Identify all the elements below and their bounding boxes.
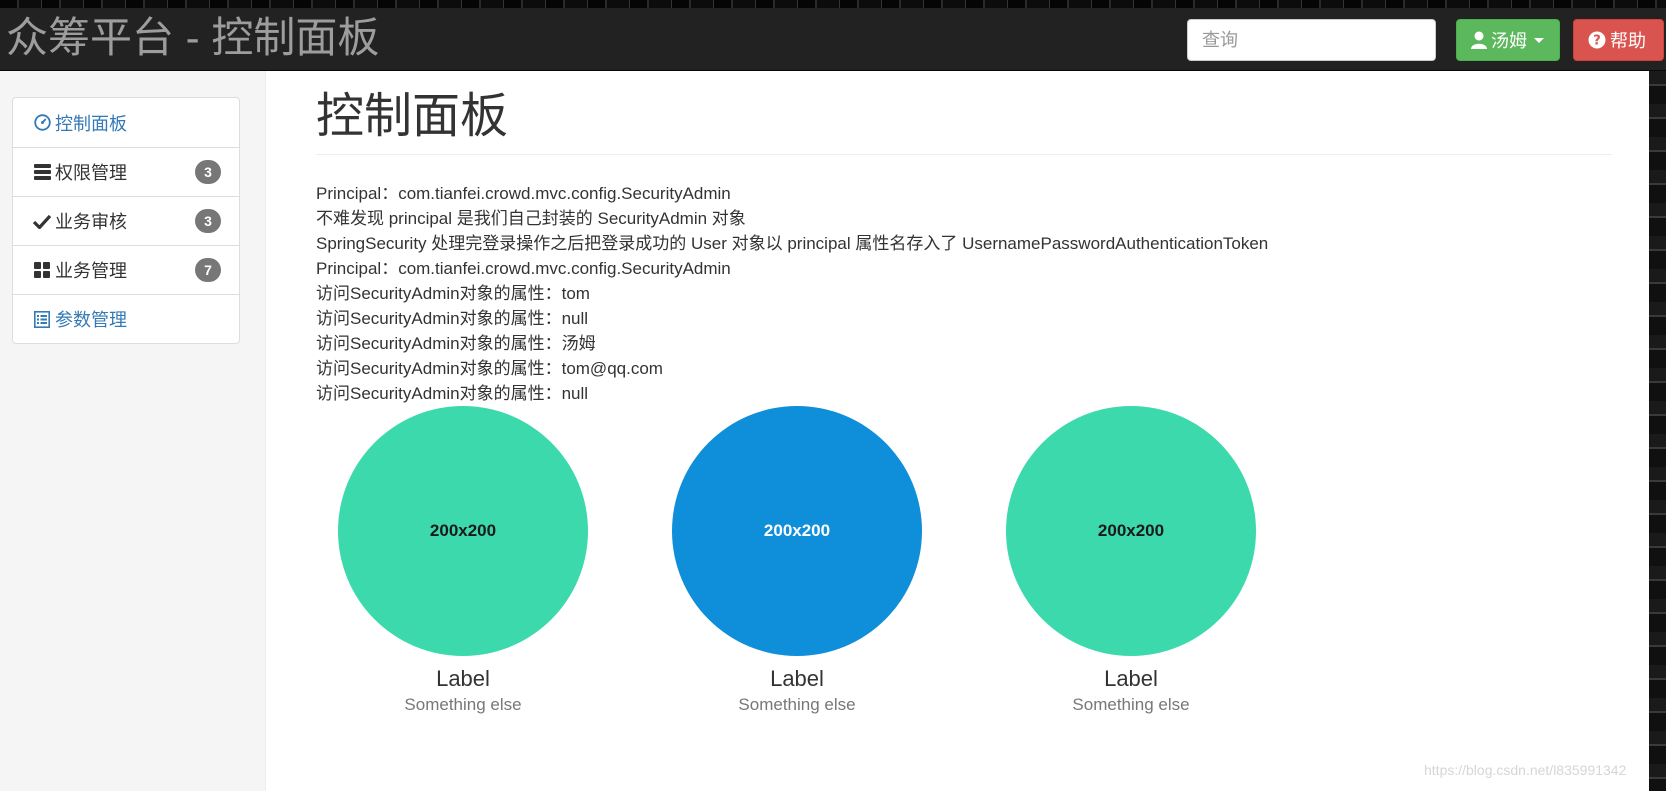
- main-content: 控制面板 Principal：com.tianfei.crowd.mvc.con…: [316, 71, 1612, 791]
- count-badge: 3: [195, 209, 221, 233]
- thumbnail-image[interactable]: 200x200: [672, 406, 922, 656]
- info-line: 访问SecurityAdmin对象的属性：null: [316, 384, 589, 403]
- info-line: 访问SecurityAdmin对象的属性：汤姆: [316, 334, 596, 353]
- info-line: Principal：com.tianfei.crowd.mvc.config.S…: [316, 259, 731, 278]
- info-line: 访问SecurityAdmin对象的属性：tom@qq.com: [316, 359, 663, 378]
- th-large-icon: [32, 260, 52, 280]
- thumbnail-label: Label: [770, 666, 824, 691]
- brand-title[interactable]: 众筹平台 - 控制面板: [6, 14, 379, 62]
- list-alt-icon: [32, 309, 52, 329]
- caret-down-icon: [1534, 37, 1544, 43]
- desktop-background-strip: [0, 0, 1666, 8]
- thumbnail-image[interactable]: 200x200: [338, 406, 588, 656]
- user-name-label: 汤姆: [1491, 31, 1527, 51]
- dashboard-icon: [32, 113, 52, 133]
- sidebar-item-label: 业务审核: [55, 212, 127, 232]
- info-line: SpringSecurity 处理完登录操作之后把登录成功的 User 对象以 …: [316, 234, 1269, 253]
- watermark: https://blog.csdn.net/l835991342: [1424, 762, 1627, 778]
- user-menu-button[interactable]: 汤姆: [1456, 19, 1560, 61]
- sidebar: 控制面板 权限管理 3 业务审核 3 业务管理 7 参数管理: [0, 71, 266, 791]
- check-icon: [32, 211, 52, 231]
- sidebar-item-business[interactable]: 业务管理 7: [13, 245, 239, 294]
- info-line: 访问SecurityAdmin对象的属性：null: [316, 309, 589, 328]
- sidebar-menu: 控制面板 权限管理 3 业务审核 3 业务管理 7 参数管理: [12, 97, 240, 344]
- info-line: 不难发现 principal 是我们自己封装的 SecurityAdmin 对象: [316, 209, 746, 228]
- sidebar-item-review[interactable]: 业务审核 3: [13, 196, 239, 245]
- help-label: 帮助: [1610, 31, 1646, 51]
- svg-text:?: ?: [1593, 34, 1601, 49]
- sidebar-item-label: 业务管理: [55, 261, 127, 281]
- sidebar-item-parameters[interactable]: 参数管理: [13, 294, 239, 343]
- page-title: 控制面板: [316, 89, 1612, 155]
- sidebar-item-dashboard[interactable]: 控制面板: [13, 98, 239, 147]
- thumbnail-label: Label: [1104, 666, 1158, 691]
- thumbnail-label: Label: [436, 666, 490, 691]
- sidebar-item-label: 权限管理: [55, 163, 127, 183]
- sidebar-item-label: 控制面板: [55, 113, 127, 134]
- help-button[interactable]: ? 帮助: [1573, 19, 1664, 61]
- sidebar-item-label: 参数管理: [55, 310, 127, 330]
- navbar: 众筹平台 - 控制面板 汤姆 ? 帮助: [0, 8, 1666, 71]
- info-line: 访问SecurityAdmin对象的属性：tom: [316, 284, 590, 303]
- sidebar-item-permissions[interactable]: 权限管理 3: [13, 147, 239, 196]
- thumbnail-caption: Something else: [738, 695, 856, 714]
- thumbnail-row: 200x200 Label Something else 200x200 Lab…: [316, 406, 1612, 726]
- search-input[interactable]: [1187, 19, 1436, 61]
- question-circle-icon: ?: [1588, 31, 1606, 49]
- tasks-icon: [32, 162, 52, 182]
- count-badge: 7: [195, 258, 221, 282]
- desktop-background-edge: [1649, 71, 1666, 791]
- thumbnail-caption: Something else: [1072, 695, 1190, 714]
- thumbnail-caption: Something else: [404, 695, 522, 714]
- thumbnail-image[interactable]: 200x200: [1006, 406, 1256, 656]
- info-line: Principal：com.tianfei.crowd.mvc.config.S…: [316, 184, 731, 203]
- count-badge: 3: [195, 160, 221, 184]
- user-icon: [1471, 31, 1487, 49]
- info-text: Principal：com.tianfei.crowd.mvc.config.S…: [316, 181, 1612, 406]
